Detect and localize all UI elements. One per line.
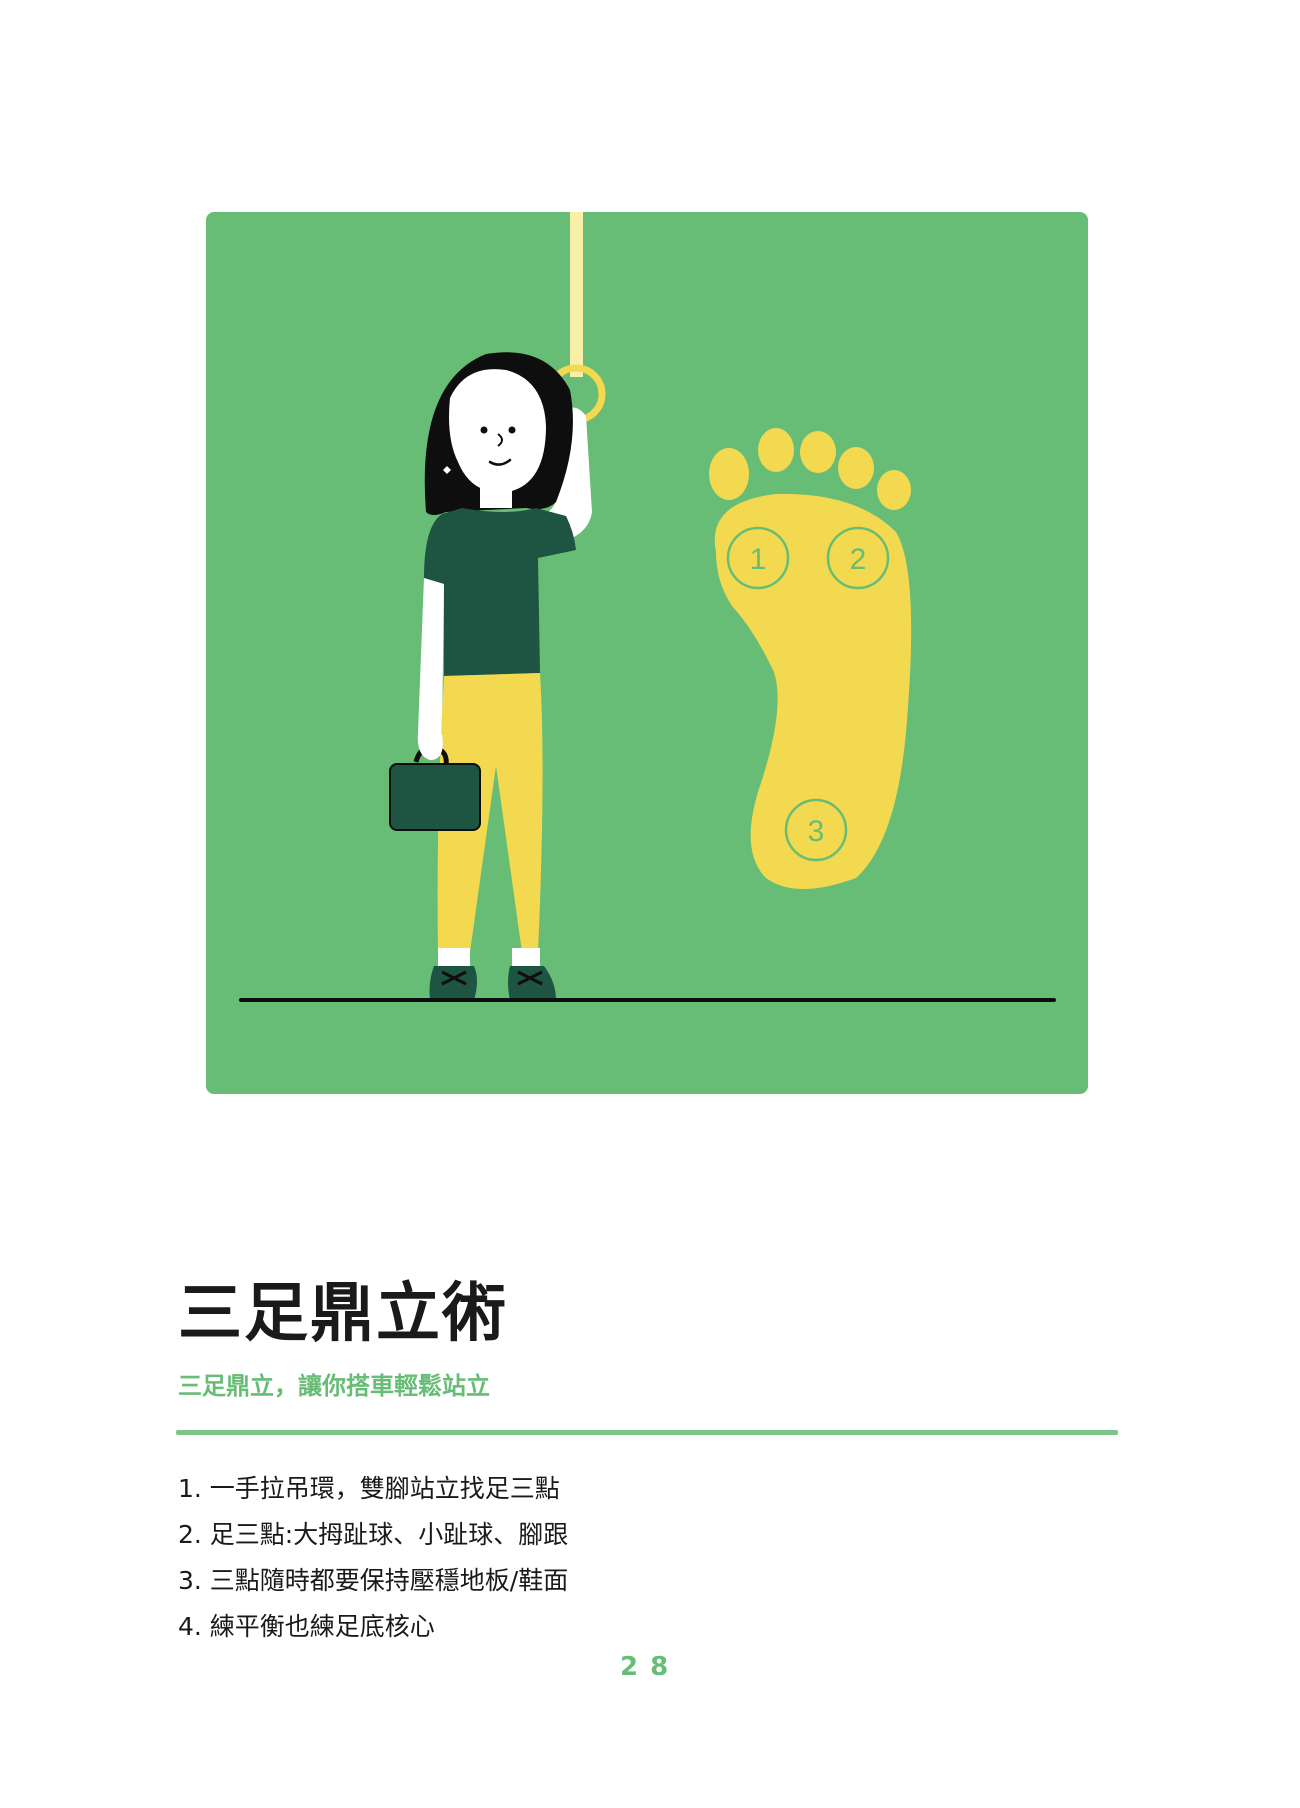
left-arm xyxy=(418,578,444,746)
right-shoe xyxy=(508,966,556,1000)
neck xyxy=(480,482,512,508)
point-1-label: 1 xyxy=(750,543,767,576)
steps-list: 1. 一手拉吊環，雙腳站立找足三點 2. 足三點:大拇趾球、小趾球、腳跟 3. … xyxy=(178,1466,568,1650)
illustration-panel: 1 2 3 xyxy=(206,212,1088,1094)
left-hand xyxy=(417,732,443,760)
right-eye xyxy=(508,426,516,434)
left-eye xyxy=(480,426,488,434)
shirt xyxy=(424,508,576,676)
page-subtitle: 三足鼎立，讓你搭車輕鬆站立 xyxy=(178,1372,490,1400)
left-shoe xyxy=(429,966,477,1000)
bag xyxy=(390,764,480,830)
hand-strap xyxy=(570,212,583,377)
fourth-toe xyxy=(838,447,874,489)
section-divider xyxy=(176,1430,1118,1435)
page-number: 28 xyxy=(620,1652,681,1682)
step-item: 1. 一手拉吊環，雙腳站立找足三點 xyxy=(178,1474,560,1503)
third-toe xyxy=(800,431,836,473)
standing-commuter-illustration: 1 2 3 xyxy=(239,212,1056,1002)
point-3-label: 3 xyxy=(808,815,825,848)
step-item: 2. 足三點:大拇趾球、小趾球、腳跟 xyxy=(178,1520,569,1549)
little-toe xyxy=(877,470,911,510)
second-toe xyxy=(758,428,794,472)
page-title: 三足鼎立術 xyxy=(178,1277,508,1351)
big-toe xyxy=(709,448,749,500)
floor-line xyxy=(239,998,1056,1002)
point-2-label: 2 xyxy=(850,543,867,576)
step-item: 3. 三點隨時都要保持壓穩地板/鞋面 xyxy=(178,1566,569,1595)
step-item: 4. 練平衡也練足底核心 xyxy=(178,1612,435,1641)
